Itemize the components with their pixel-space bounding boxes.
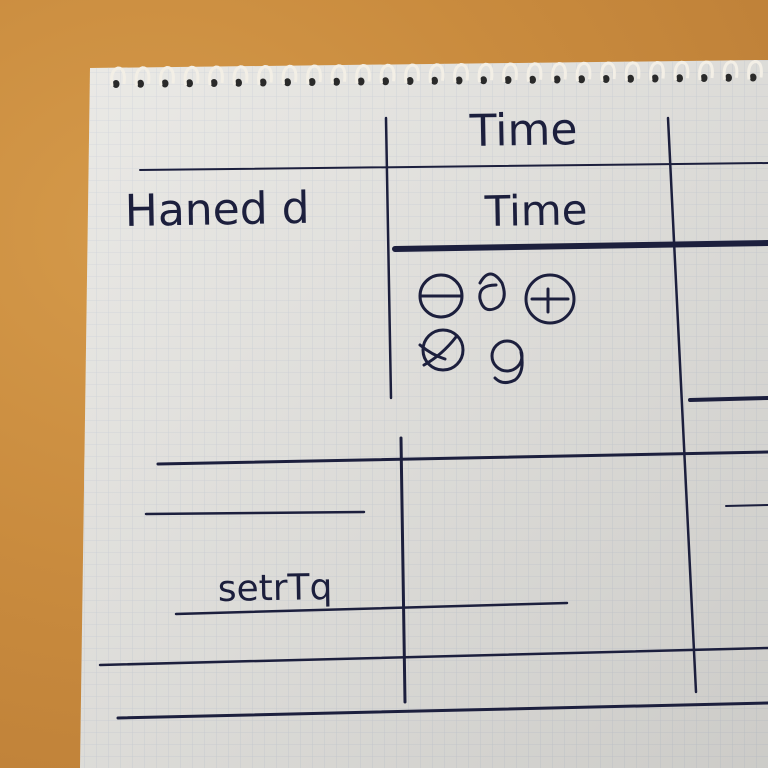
binding-hole xyxy=(725,73,732,82)
binding-hole xyxy=(627,74,634,83)
binding-hole xyxy=(235,78,242,87)
left-label-text: Haned d xyxy=(124,183,310,237)
header-top-text: Time xyxy=(468,104,578,157)
binding-hole xyxy=(259,78,267,87)
binding-hole xyxy=(431,76,438,85)
binding-hole xyxy=(112,80,120,88)
binding-hole xyxy=(186,79,193,88)
binding-hole xyxy=(578,75,585,84)
binding-hole xyxy=(455,76,463,85)
binding-hole xyxy=(284,78,291,87)
binding-hole xyxy=(651,74,659,83)
binding-hole xyxy=(333,77,340,86)
binding-hole xyxy=(700,74,708,82)
binding-hole xyxy=(382,77,389,86)
binding-hole xyxy=(504,76,512,84)
binding-hole xyxy=(210,79,218,87)
short-right-line-2 xyxy=(725,504,768,507)
binding-hole xyxy=(406,77,414,85)
binding-hole xyxy=(357,77,365,86)
binding-hole xyxy=(137,79,144,88)
binding-hole xyxy=(308,78,316,86)
binding-hole xyxy=(553,75,561,84)
header-second-text: Time xyxy=(483,185,588,236)
binding-hole xyxy=(602,75,610,83)
short-right-line xyxy=(688,396,768,402)
binding-hole xyxy=(480,76,487,85)
binding-hole xyxy=(161,79,169,88)
notebook-photo: Time Time Haned d setrTq xyxy=(80,59,768,768)
binding-hole xyxy=(529,75,536,84)
binding-hole xyxy=(676,74,683,83)
row-label-text: setrTq xyxy=(217,567,332,610)
binding-hole xyxy=(749,73,757,82)
